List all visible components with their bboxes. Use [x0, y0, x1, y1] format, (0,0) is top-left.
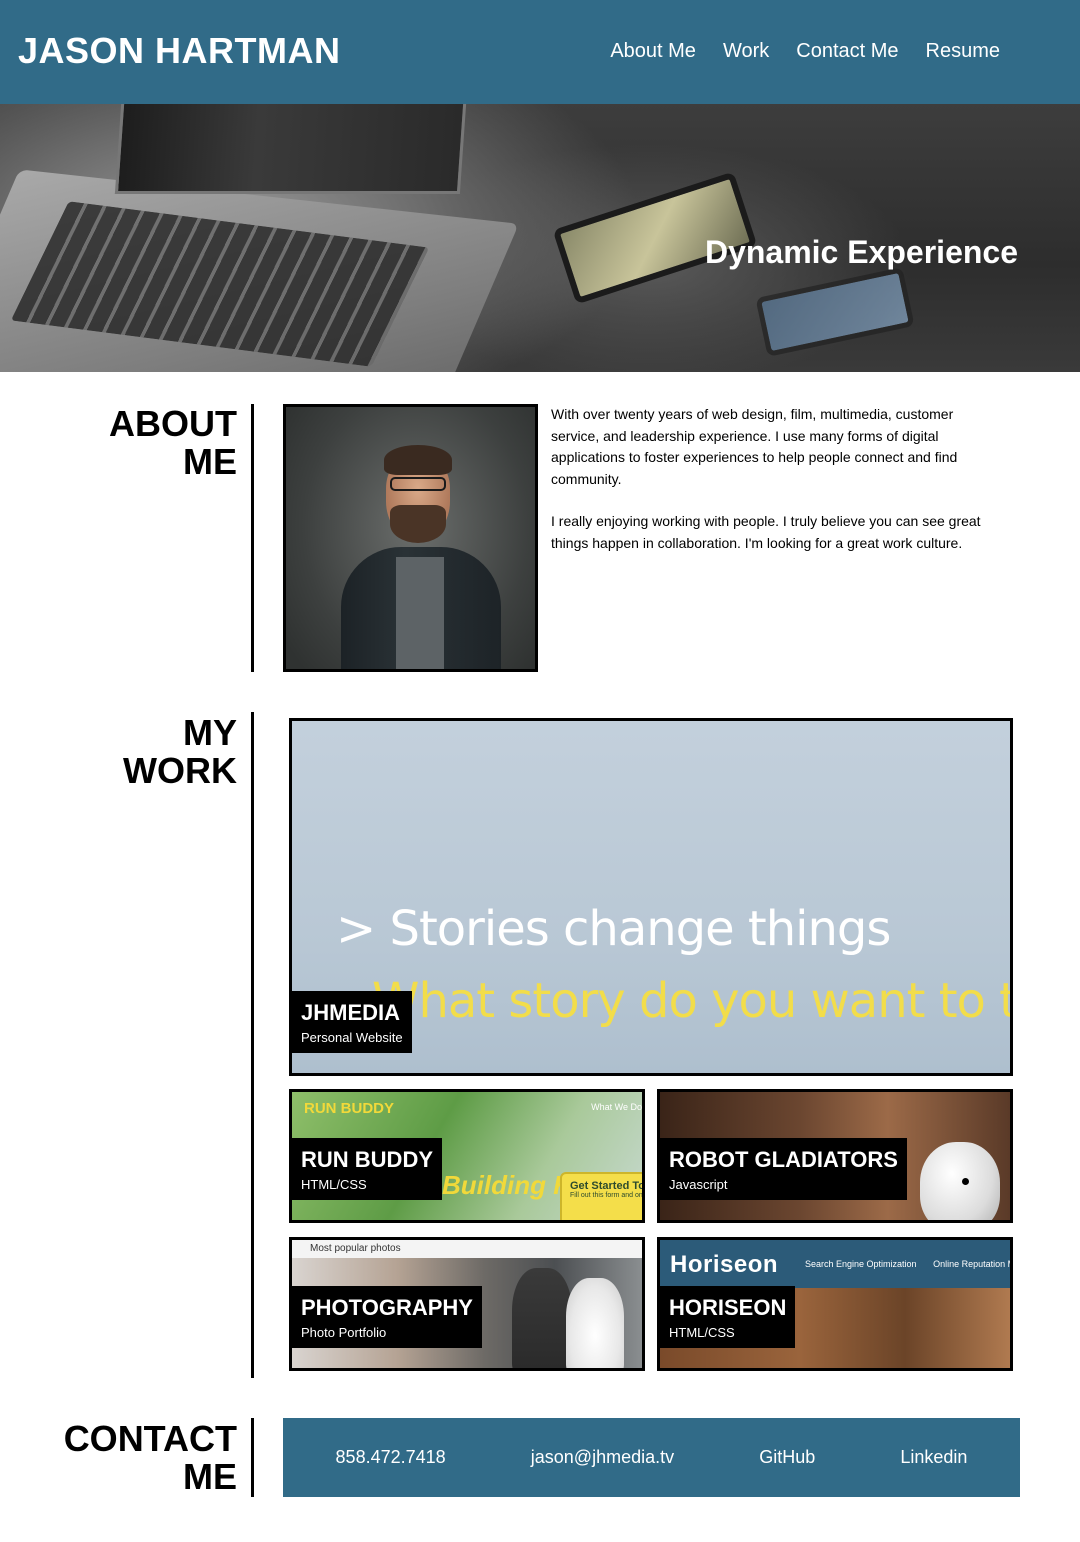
run-buddy-logo-text: RUN BUDDY	[304, 1100, 394, 1117]
project-card-run-buddy[interactable]: RUN BUDDY What We Do Building Habits. Ge…	[289, 1089, 645, 1223]
horiseon-nav-item: Online Reputation Management	[933, 1259, 1010, 1269]
hero-title: Dynamic Experience	[704, 234, 1018, 270]
brand-logo-text[interactable]: JASON HARTMAN	[18, 30, 341, 72]
horiseon-nav: Search Engine Optimization Online Reputa…	[805, 1259, 1010, 1269]
hero-phone-image-2	[755, 267, 915, 357]
run-buddy-nav-text: What We Do	[591, 1102, 642, 1112]
horiseon-header: Horiseon Search Engine Optimization Onli…	[660, 1240, 1010, 1288]
project-card-jhmedia[interactable]: > Stories change things What story do yo…	[289, 718, 1013, 1076]
about-section-title: ABOUT ME	[109, 405, 237, 481]
about-text: With over twenty years of web design, fi…	[551, 404, 1001, 554]
work-section-title: MY WORK	[123, 714, 237, 790]
about-paragraph-1: With over twenty years of web design, fi…	[551, 406, 958, 487]
about-title-line2: ME	[183, 441, 237, 482]
about-divider	[251, 404, 254, 672]
project-subtitle: Javascript	[669, 1177, 728, 1192]
project-card-photography[interactable]: Most popular photos PHOTOGRAPHY Photo Po…	[289, 1237, 645, 1371]
project-title: JHMEDIA	[301, 1000, 401, 1025]
run-buddy-box-text: Fill out this form and one of our traine…	[570, 1192, 643, 1199]
jhmedia-slogan-1: > Stories change things	[336, 901, 891, 957]
site-header: JASON HARTMAN About Me Work Contact Me R…	[0, 0, 1080, 104]
project-subtitle: HTML/CSS	[669, 1325, 735, 1340]
photography-bride-image	[566, 1278, 624, 1368]
work-divider	[251, 712, 254, 1378]
robot-image	[920, 1142, 1000, 1220]
nav-resume[interactable]: Resume	[926, 40, 1000, 63]
project-title: ROBOT GLADIATORS	[669, 1147, 898, 1172]
work-title-line2: WORK	[123, 750, 237, 791]
about-paragraph-2: I really enjoying working with people. I…	[551, 513, 981, 551]
project-title: HORISEON	[669, 1295, 787, 1320]
contact-linkedin-link[interactable]: Linkedin	[900, 1447, 967, 1468]
contact-title-line1: CONTACT	[63, 1418, 237, 1459]
project-subtitle: Photo Portfolio	[301, 1325, 387, 1340]
project-title: RUN BUDDY	[301, 1147, 433, 1172]
project-subtitle: HTML/CSS	[301, 1177, 367, 1192]
project-label: RUN BUDDY HTML/CSS	[292, 1138, 442, 1200]
project-label: HORISEON HTML/CSS	[660, 1286, 796, 1348]
contact-title-line2: ME	[183, 1456, 237, 1497]
contact-bar: 858.472.7418 jason@jhmedia.tv GitHub Lin…	[283, 1418, 1020, 1497]
photography-groom-image	[512, 1268, 572, 1368]
contact-email-link[interactable]: jason@jhmedia.tv	[531, 1447, 674, 1468]
horiseon-logo-text: Horiseon	[670, 1251, 779, 1278]
project-subtitle: Personal Website	[301, 1030, 403, 1045]
photography-header-text: Most popular photos	[292, 1240, 642, 1258]
nav-about-me[interactable]: About Me	[610, 40, 696, 63]
project-title: PHOTOGRAPHY	[301, 1295, 473, 1320]
jhmedia-slogan-2: What story do you want to tell	[372, 973, 1013, 1029]
contact-divider	[251, 1418, 254, 1497]
project-label: JHMEDIA Personal Website	[292, 991, 412, 1053]
run-buddy-signup-box: Get Started Today Fill out this form and…	[560, 1172, 645, 1220]
hero-banner: Dynamic Experience	[0, 104, 1080, 372]
nav-contact-me[interactable]: Contact Me	[796, 40, 898, 63]
hero-laptop-screen	[114, 104, 467, 194]
portrait-hair	[384, 445, 452, 475]
project-label: ROBOT GLADIATORS Javascript	[660, 1138, 907, 1200]
nav-work[interactable]: Work	[723, 40, 769, 63]
project-card-horiseon[interactable]: Horiseon Search Engine Optimization Onli…	[657, 1237, 1013, 1371]
contact-github-link[interactable]: GitHub	[759, 1447, 815, 1468]
portrait-shirt	[396, 557, 444, 669]
about-title-line1: ABOUT	[109, 403, 237, 444]
main-nav: About Me Work Contact Me Resume	[610, 40, 1000, 63]
contact-phone-link[interactable]: 858.472.7418	[336, 1447, 446, 1468]
portrait-glasses	[390, 477, 446, 491]
horiseon-nav-item: Search Engine Optimization	[805, 1259, 917, 1269]
contact-section-title: CONTACT ME	[64, 1420, 237, 1496]
portrait-beard	[390, 505, 446, 543]
work-title-line1: MY	[183, 712, 237, 753]
run-buddy-box-title: Get Started Today	[570, 1180, 645, 1192]
project-card-robot-gladiators[interactable]: ROBOT GLADIATORS Javascript	[657, 1089, 1013, 1223]
profile-photo	[283, 404, 538, 672]
project-label: PHOTOGRAPHY Photo Portfolio	[292, 1286, 482, 1348]
